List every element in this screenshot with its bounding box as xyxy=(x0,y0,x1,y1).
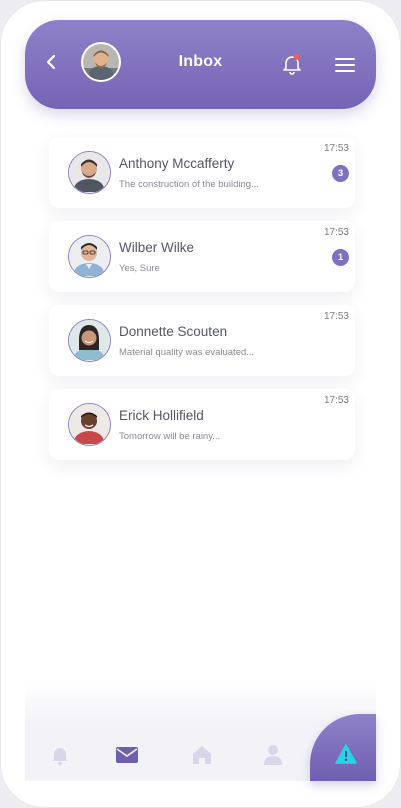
avatar xyxy=(68,319,111,362)
message-preview: Yes, Sure xyxy=(119,263,160,274)
message-time: 17:53 xyxy=(323,311,349,322)
notification-dot xyxy=(293,54,300,60)
message-time: 17:53 xyxy=(323,143,349,154)
mail-icon xyxy=(116,747,138,763)
notification-button[interactable] xyxy=(282,53,302,75)
avatar xyxy=(68,403,111,446)
message-preview: Material quality was evaluated... xyxy=(119,347,255,358)
message-preview: Tomorrow will be rainy... xyxy=(119,431,221,442)
conversation-list: Anthony Mccafferty The construction of t… xyxy=(49,137,355,473)
bottom-fade xyxy=(25,683,376,723)
page-title: Inbox xyxy=(178,53,223,70)
contact-name: Donnette Scouten xyxy=(119,324,228,339)
bell-icon xyxy=(283,54,301,75)
user-icon xyxy=(264,745,282,765)
nav-messages[interactable] xyxy=(115,743,139,767)
app-header: Inbox xyxy=(25,20,376,109)
list-item[interactable]: Wilber Wilke Yes, Sure 17:53 1 xyxy=(49,221,355,292)
avatar xyxy=(68,151,111,194)
avatar xyxy=(68,235,111,278)
bell-icon xyxy=(52,748,68,766)
hamburger-menu-icon xyxy=(335,58,355,72)
contact-name: Erick Hollifield xyxy=(119,408,204,423)
warning-triangle-icon xyxy=(335,744,357,764)
message-time: 17:53 xyxy=(323,227,349,238)
nav-notifications[interactable] xyxy=(48,743,72,767)
menu-button[interactable] xyxy=(334,56,356,74)
message-preview: The construction of the building... xyxy=(119,179,259,190)
nav-home[interactable] xyxy=(190,743,214,767)
unread-badge: 1 xyxy=(332,249,349,266)
nav-profile[interactable] xyxy=(261,743,285,767)
list-item[interactable]: Erick Hollifield Tomorrow will be rainy.… xyxy=(49,389,355,460)
unread-badge: 3 xyxy=(332,165,349,182)
contact-name: Wilber Wilke xyxy=(119,240,195,255)
list-item[interactable]: Donnette Scouten Material quality was ev… xyxy=(49,305,355,376)
list-item[interactable]: Anthony Mccafferty The construction of t… xyxy=(49,137,355,208)
message-time: 17:53 xyxy=(323,395,349,406)
contact-name: Anthony Mccafferty xyxy=(119,156,235,171)
phone-frame: Inbox Anthony Mccafferty The constructio… xyxy=(0,0,401,808)
home-icon xyxy=(193,746,211,764)
